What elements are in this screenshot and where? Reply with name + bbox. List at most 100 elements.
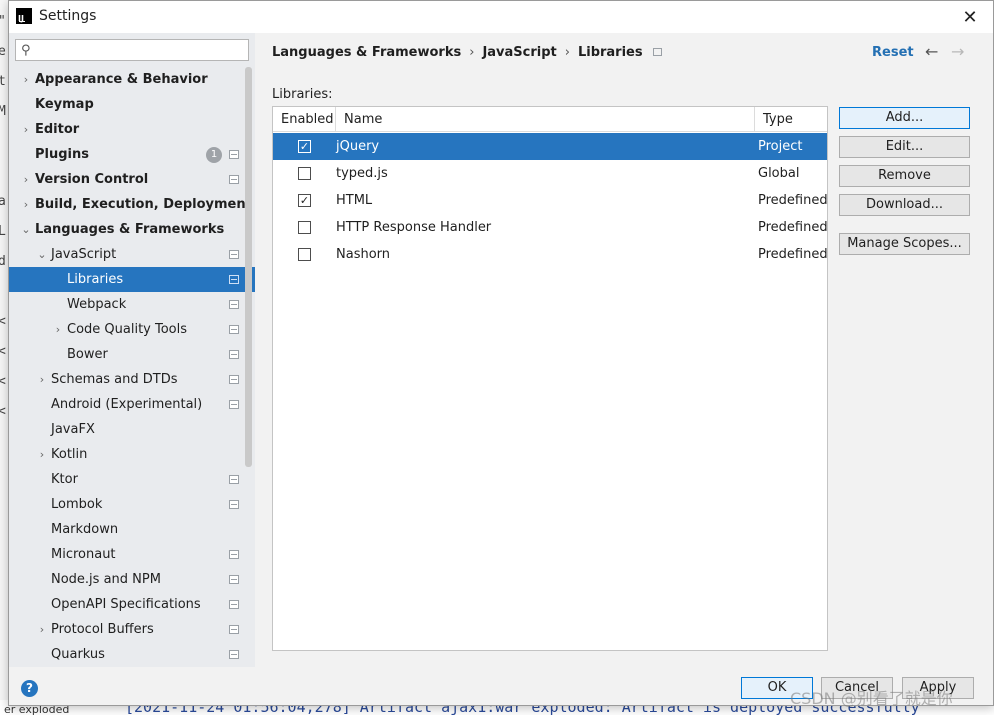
library-name: HTML (336, 193, 373, 208)
chevron-right-icon[interactable]: › (36, 367, 48, 392)
sidebar-item-quarkus[interactable]: Quarkus (9, 642, 255, 667)
table-row[interactable]: Nashorn Predefined (273, 241, 828, 268)
sidebar-item-lombok[interactable]: Lombok (9, 492, 255, 517)
sidebar-item-plugins[interactable]: Plugins 1 (9, 142, 255, 167)
sidebar-item-label: Android (Experimental) (51, 397, 203, 412)
help-button[interactable]: ? (21, 680, 38, 697)
window-title: Settings (39, 8, 97, 24)
column-header-type[interactable]: Type (755, 107, 827, 132)
chevron-right-icon[interactable]: › (20, 192, 32, 217)
sidebar-item-label: Markdown (51, 522, 119, 537)
checkbox-checked[interactable]: ✓ (298, 140, 311, 153)
chevron-right-icon[interactable]: › (36, 442, 48, 467)
sidebar-item-appearance-behavior[interactable]: › Appearance & Behavior (9, 67, 255, 92)
library-name: typed.js (336, 166, 388, 181)
intellij-app-icon: IJ (16, 8, 32, 24)
sidebar-item-label: Build, Execution, Deployment (35, 197, 252, 212)
checkbox-unchecked[interactable] (298, 221, 311, 234)
sidebar-scrollbar[interactable] (245, 67, 252, 467)
background-code-glyph: a (0, 194, 6, 209)
column-header-enabled[interactable]: Enabled (273, 107, 336, 132)
sidebar-item-bower[interactable]: Bower (9, 342, 255, 367)
sidebar-item-languages-frameworks[interactable]: ⌄ Languages & Frameworks (9, 217, 255, 242)
sidebar-item-node-js-and-npm[interactable]: Node.js and NPM (9, 567, 255, 592)
sidebar-item-javascript[interactable]: ⌄ JavaScript (9, 242, 255, 267)
checkbox-unchecked[interactable] (298, 167, 311, 180)
chevron-right-icon[interactable]: › (20, 117, 32, 142)
background-code-glyph: < (0, 374, 6, 389)
sidebar-item-javafx[interactable]: JavaFX (9, 417, 255, 442)
sidebar-item-protocol-buffers[interactable]: › Protocol Buffers (9, 617, 255, 642)
sidebar-item-label: Webpack (67, 297, 127, 312)
sidebar-item-webpack[interactable]: Webpack (9, 292, 255, 317)
sidebar-item-label: Schemas and DTDs (51, 372, 178, 387)
chevron-right-icon[interactable]: › (52, 317, 64, 342)
project-config-icon (229, 375, 239, 384)
sidebar-item-version-control[interactable]: › Version Control (9, 167, 255, 192)
table-row[interactable]: typed.js Global (273, 160, 827, 187)
sidebar-item-markdown[interactable]: Markdown (9, 517, 255, 542)
table-row[interactable]: HTTP Response Handler Predefined (273, 214, 828, 241)
project-config-icon (229, 500, 239, 509)
remove-button[interactable]: Remove (839, 165, 970, 187)
sidebar-item-micronaut[interactable]: Micronaut (9, 542, 255, 567)
library-type: Predefined (758, 220, 828, 235)
back-arrow-icon[interactable]: ← (925, 42, 938, 61)
download-button[interactable]: Download... (839, 194, 970, 216)
sidebar-item-openapi-specifications[interactable]: OpenAPI Specifications (9, 592, 255, 617)
close-icon: ✕ (962, 6, 978, 28)
sidebar-item-label: Quarkus (51, 647, 105, 662)
project-config-icon (229, 650, 239, 659)
chevron-right-icon[interactable]: › (20, 167, 32, 192)
forward-arrow-icon: → (951, 42, 965, 61)
settings-sidebar: ⚲ › Appearance & Behavior Keymap › Editor Plu… (9, 33, 255, 667)
sidebar-item-label: OpenAPI Specifications (51, 597, 201, 612)
settings-content: Languages & Frameworks › JavaScript › Librar… (255, 33, 993, 667)
project-config-icon (229, 250, 239, 259)
chevron-down-icon[interactable]: ⌄ (36, 242, 48, 267)
sidebar-item-label: Version Control (35, 172, 149, 187)
edit-button[interactable]: Edit... (839, 136, 970, 158)
sidebar-item-code-quality-tools[interactable]: › Code Quality Tools (9, 317, 255, 342)
close-button[interactable]: ✕ (957, 5, 983, 29)
sidebar-item-android-experimental[interactable]: Android (Experimental) (9, 392, 255, 417)
column-header-name[interactable]: Name (336, 107, 755, 132)
sidebar-item-label: Editor (35, 122, 80, 137)
manage-scopes-button[interactable]: Manage Scopes... (839, 233, 970, 255)
sidebar-item-label: Appearance & Behavior (35, 72, 208, 87)
project-config-icon (229, 150, 239, 159)
watermark: CSDN @别看了就是你 (790, 689, 953, 708)
checkbox-checked[interactable]: ✓ (298, 194, 311, 207)
sidebar-item-label: Ktor (51, 472, 78, 487)
table-row[interactable]: ✓ HTML Predefined (273, 187, 828, 214)
background-code-glyph: < (0, 404, 6, 419)
sidebar-item-kotlin[interactable]: › Kotlin (9, 442, 255, 467)
add-button[interactable]: Add... (839, 107, 970, 129)
breadcrumb-item[interactable]: Languages & Frameworks (272, 45, 461, 60)
sidebar-item-label: Bower (67, 347, 108, 362)
library-type: Global (758, 166, 800, 181)
reset-link[interactable]: Reset (872, 45, 914, 60)
chevron-right-icon[interactable]: › (20, 67, 32, 92)
background-code-glyph: < (0, 314, 6, 329)
sidebar-item-schemas-and-dtds[interactable]: › Schemas and DTDs (9, 367, 255, 392)
sidebar-item-ktor[interactable]: Ktor (9, 467, 255, 492)
sidebar-item-label: Protocol Buffers (51, 622, 154, 637)
project-config-icon (229, 300, 239, 309)
settings-search-input[interactable]: ⚲ (15, 39, 249, 61)
library-name: HTTP Response Handler (336, 220, 492, 235)
chevron-down-icon[interactable]: ⌄ (20, 217, 32, 242)
libraries-label: Libraries: (272, 87, 333, 102)
sidebar-item-label: JavaFX (51, 422, 95, 437)
sidebar-item-label: Code Quality Tools (67, 322, 188, 337)
checkbox-unchecked[interactable] (298, 248, 311, 261)
chevron-right-icon[interactable]: › (36, 617, 48, 642)
breadcrumb-item[interactable]: JavaScript (482, 45, 556, 60)
table-row[interactable]: ✓ jQuery Project (273, 133, 827, 160)
sidebar-item-label: Libraries (67, 272, 124, 287)
sidebar-item-libraries[interactable]: Libraries (9, 267, 255, 292)
sidebar-item-editor[interactable]: › Editor (9, 117, 255, 142)
sidebar-item-label: Keymap (35, 97, 94, 112)
sidebar-item-keymap[interactable]: Keymap (9, 92, 255, 117)
sidebar-item-build-execution-deployment[interactable]: › Build, Execution, Deployment (9, 192, 255, 217)
